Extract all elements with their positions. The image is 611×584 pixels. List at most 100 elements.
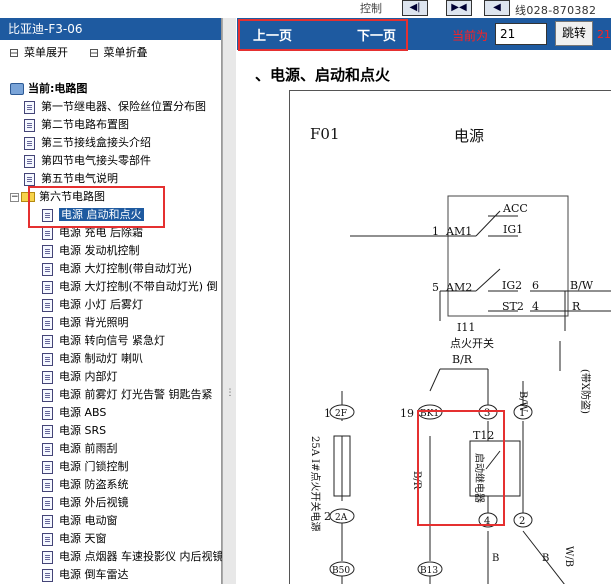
tree-subitem[interactable]: 电源 点烟器 车速投影仪 内后视镜 xyxy=(42,548,222,566)
sidebar-title: 比亚迪-F3-06 xyxy=(0,18,221,40)
step-first-icon[interactable]: ◀| xyxy=(402,0,428,16)
tree-item[interactable]: 第三节接线盒接头介绍 xyxy=(24,134,151,152)
total-pages-fragment: 21 xyxy=(597,28,611,41)
tree-subitem[interactable]: 电源 内部灯 xyxy=(42,368,118,386)
document-icon xyxy=(42,352,53,366)
tree-subitem-label: 电源 前雾灯 灯光告警 钥匙告紧 xyxy=(59,388,213,401)
tree-subitem[interactable]: 电源 发动机控制 xyxy=(42,242,140,260)
document-icon xyxy=(42,280,53,294)
document-icon xyxy=(42,568,53,582)
highlight-box-tree xyxy=(28,186,165,228)
top-toolbar: 控制 ◀| ▶◀ ◀ 线028-870382 xyxy=(0,0,611,18)
menu-icon xyxy=(89,49,98,57)
tree-subitem-label: 电源 SRS xyxy=(59,424,107,437)
expand-menu-button[interactable]: 菜单展开 xyxy=(10,46,68,59)
highlight-box-relay xyxy=(417,410,505,526)
app-window: 控制 ◀| ▶◀ ◀ 线028-870382 比亚迪-F3-06 菜单展开 菜单… xyxy=(0,0,611,584)
splitter-scrollbar[interactable]: ⋮ xyxy=(222,18,236,584)
label-am1-num: 1 xyxy=(432,225,439,238)
label-st2-num: 4 xyxy=(532,300,539,313)
document-icon xyxy=(42,262,53,276)
document-icon xyxy=(42,496,53,510)
step-next-icon[interactable]: ◀ xyxy=(484,0,510,16)
tree-subitem[interactable]: 电源 转向信号 紧急灯 xyxy=(42,332,165,350)
tree-subitem[interactable]: 电源 前雾灯 灯光告警 钥匙告紧 xyxy=(42,386,213,404)
label-wb: W/B xyxy=(563,546,574,567)
content-pane: 上一页 下一页 当前为 跳转 21 、电源、启动和点火 xyxy=(237,18,611,584)
tree-subitem[interactable]: 电源 防盗系统 xyxy=(42,476,129,494)
side-text: (带X防盗) xyxy=(579,369,592,414)
tree-subitem-label: 电源 发动机控制 xyxy=(59,244,140,257)
diagram-title: 电源 xyxy=(454,127,484,145)
sidebar: 比亚迪-F3-06 菜单展开 菜单折叠 当前:电路图 第一节继电器、保险丝位置分… xyxy=(0,18,222,584)
tree-item[interactable]: 第四节电气接头零部件 xyxy=(24,152,151,170)
tree-subitem[interactable]: 电源 ABS xyxy=(42,404,106,422)
document-icon xyxy=(24,100,35,114)
tree-item[interactable]: 第二节电路布置图 xyxy=(24,116,129,134)
tree-subitem[interactable]: 电源 电动窗 xyxy=(42,512,118,530)
label-am2-num: 5 xyxy=(432,281,439,294)
tree-subitem[interactable]: 电源 前雨刮 xyxy=(42,440,118,458)
tree-subitem[interactable]: 电源 大灯控制(带自动灯光) xyxy=(42,260,192,278)
connector-1: 1 xyxy=(324,407,331,420)
expand-menu-label: 菜单展开 xyxy=(24,46,68,59)
diagram-code: F01 xyxy=(310,125,340,143)
document-icon xyxy=(42,514,53,528)
tree-subitem[interactable]: 电源 外后视镜 xyxy=(42,494,129,512)
tree-subitem-label: 电源 制动灯 喇叭 xyxy=(59,352,143,365)
page-heading: 、电源、启动和点火 xyxy=(255,66,391,84)
tree-subitem-label: 电源 外后视镜 xyxy=(59,496,129,509)
tree-subitem-label: 电源 转向信号 紧急灯 xyxy=(59,334,165,347)
go-button[interactable]: 跳转 xyxy=(555,21,593,46)
document-icon xyxy=(42,244,53,258)
splitter-grip-icon[interactable]: ⋮ xyxy=(225,388,235,400)
document-icon xyxy=(42,298,53,312)
step-prev-icon[interactable]: ▶◀ xyxy=(446,0,472,16)
tree-subitem[interactable]: 电源 倒车雷达 xyxy=(42,566,129,584)
tree-subitem-label: 电源 门锁控制 xyxy=(59,460,129,473)
tree-subitem[interactable]: 电源 SRS xyxy=(42,422,106,440)
label-am2: AM2 xyxy=(445,281,472,294)
document-icon xyxy=(42,406,53,420)
connector-2b: 2 xyxy=(519,516,525,527)
collapse-toggle-icon[interactable]: − xyxy=(10,192,19,202)
tree-item-label: 第四节电气接头零部件 xyxy=(41,154,151,167)
fuse-label: 25A I#点火开关电源 xyxy=(309,436,322,531)
tree-subitem-label: 电源 天窗 xyxy=(59,532,107,545)
document-icon xyxy=(42,424,53,438)
tree-subitem[interactable]: 电源 天窗 xyxy=(42,530,107,548)
tree-subitem-label: 电源 大灯控制(不带自动灯光) 倒 xyxy=(59,280,218,293)
tree-subitem[interactable]: 电源 制动灯 喇叭 xyxy=(42,350,143,368)
tree-subitem-label: 电源 防盗系统 xyxy=(59,478,129,491)
tree-item-label: 第二节电路布置图 xyxy=(41,118,129,131)
current-page-label: 当前为 xyxy=(452,29,489,43)
label-br: B/R xyxy=(452,353,473,366)
tree-subitem[interactable]: 电源 大灯控制(不带自动灯光) 倒 xyxy=(42,278,218,296)
collapse-menu-button[interactable]: 菜单折叠 xyxy=(89,46,148,59)
connector-19: 19 xyxy=(400,407,414,420)
label-b-2: B xyxy=(542,553,549,564)
tree-root[interactable]: 当前:电路图 xyxy=(10,80,87,98)
switch-name: 点火开关 xyxy=(450,336,494,350)
tree-subitem-label: 电源 倒车雷达 xyxy=(59,568,129,581)
tree-view: 当前:电路图 第一节继电器、保险丝位置分布图 第二节电路布置图 第三节接线盒接头… xyxy=(0,80,222,584)
label-ig2: IG2 xyxy=(502,279,522,292)
label-st2: ST2 xyxy=(502,300,524,313)
connector-2a: 2A xyxy=(335,513,348,523)
tree-subitem[interactable]: 电源 小灯 后雾灯 xyxy=(42,296,143,314)
connector-2f: 2F xyxy=(335,409,347,419)
connector-b13: B13 xyxy=(420,566,438,576)
label-bw: B/W xyxy=(570,279,594,292)
tree-item-label: 第五节电气说明 xyxy=(41,172,118,185)
tree-subitem[interactable]: 电源 背光照明 xyxy=(42,314,129,332)
label-ig2-num: 6 xyxy=(532,279,539,292)
tree-subitem[interactable]: 电源 门锁控制 xyxy=(42,458,129,476)
document-icon xyxy=(42,532,53,546)
page-number-input[interactable] xyxy=(495,23,547,45)
menu-icon xyxy=(10,49,18,57)
tree-item[interactable]: 第一节继电器、保险丝位置分布图 xyxy=(24,98,206,116)
phone-line-label: 线 xyxy=(515,4,527,17)
tree-root-label: 当前:电路图 xyxy=(28,82,88,95)
computer-icon xyxy=(10,83,24,95)
menu-buttons: 菜单展开 菜单折叠 xyxy=(0,40,221,64)
